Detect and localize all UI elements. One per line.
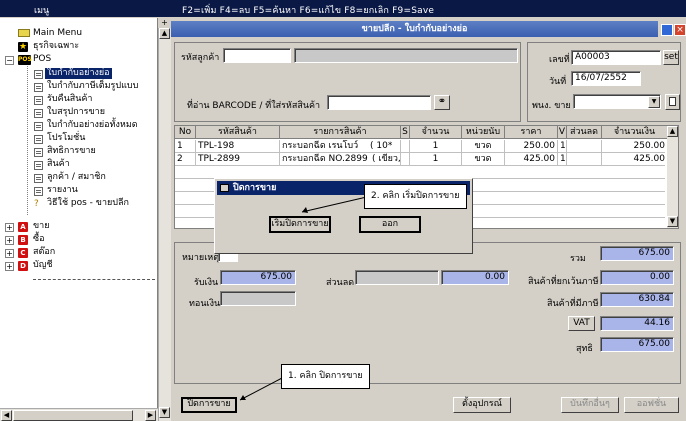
callout-step1: 1. คลิก ปิดการขาย xyxy=(281,364,370,389)
callout-step2: 2. คลิก เริ่มปิดการขาย xyxy=(364,184,467,209)
callout-arrows xyxy=(239,195,372,401)
